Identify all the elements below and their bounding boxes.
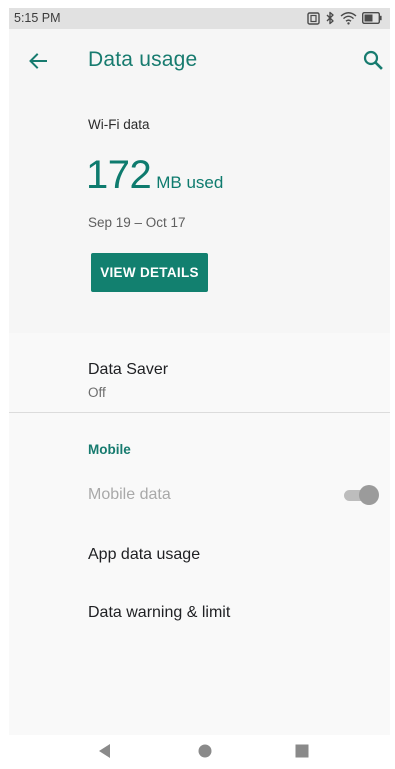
usage-amount: 172 bbox=[86, 153, 152, 197]
data-saver-title: Data Saver bbox=[88, 361, 169, 378]
home-circle-icon bbox=[198, 744, 212, 758]
data-saver-status: Off bbox=[88, 385, 106, 400]
app-data-usage-label: App data usage bbox=[88, 546, 201, 563]
billing-date-range: Sep 19 – Oct 17 bbox=[88, 215, 186, 230]
page-title: Data usage bbox=[88, 48, 198, 71]
navigation-bar bbox=[9, 735, 390, 769]
wifi-data-label: Wi-Fi data bbox=[88, 117, 150, 132]
arrow-back-icon bbox=[29, 53, 47, 69]
view-details-button[interactable]: VIEW DETAILS bbox=[91, 253, 208, 292]
status-bar: 5:15 PM bbox=[9, 8, 390, 29]
mobile-section-header: Mobile bbox=[88, 442, 131, 457]
wifi-usage-summary: 172 MB used bbox=[86, 152, 223, 198]
data-saver-row[interactable]: Data Saver Off bbox=[9, 333, 390, 412]
back-button[interactable] bbox=[25, 48, 51, 74]
divider bbox=[9, 412, 390, 413]
nfc-icon bbox=[307, 11, 320, 25]
nav-home-button[interactable] bbox=[195, 741, 215, 761]
battery-icon bbox=[362, 12, 382, 24]
back-triangle-icon bbox=[99, 744, 110, 758]
data-warning-limit-row[interactable]: Data warning & limit bbox=[9, 591, 390, 639]
search-icon bbox=[363, 50, 383, 70]
toggle-thumb bbox=[359, 485, 379, 505]
mobile-data-label: Mobile data bbox=[88, 486, 171, 503]
wifi-icon bbox=[340, 11, 357, 25]
app-data-usage-row[interactable]: App data usage bbox=[9, 532, 390, 580]
status-icons bbox=[307, 11, 382, 25]
bluetooth-icon bbox=[325, 11, 335, 25]
search-button[interactable] bbox=[360, 47, 386, 73]
screen: 5:15 PM Data usage Wi-Fi data 172 MB use… bbox=[9, 8, 390, 769]
nav-recents-button[interactable] bbox=[292, 741, 312, 761]
usage-unit: MB used bbox=[156, 173, 224, 192]
settings-list: Data Saver Off Mobile Mobile data App da… bbox=[9, 333, 390, 735]
mobile-data-row[interactable]: Mobile data bbox=[9, 471, 390, 519]
status-time: 5:15 PM bbox=[14, 11, 61, 25]
recents-square-icon bbox=[295, 744, 309, 758]
nav-back-button[interactable] bbox=[95, 741, 115, 761]
app-bar: Data usage bbox=[9, 29, 390, 93]
mobile-data-toggle[interactable] bbox=[342, 485, 379, 505]
data-warning-limit-label: Data warning & limit bbox=[88, 604, 231, 621]
